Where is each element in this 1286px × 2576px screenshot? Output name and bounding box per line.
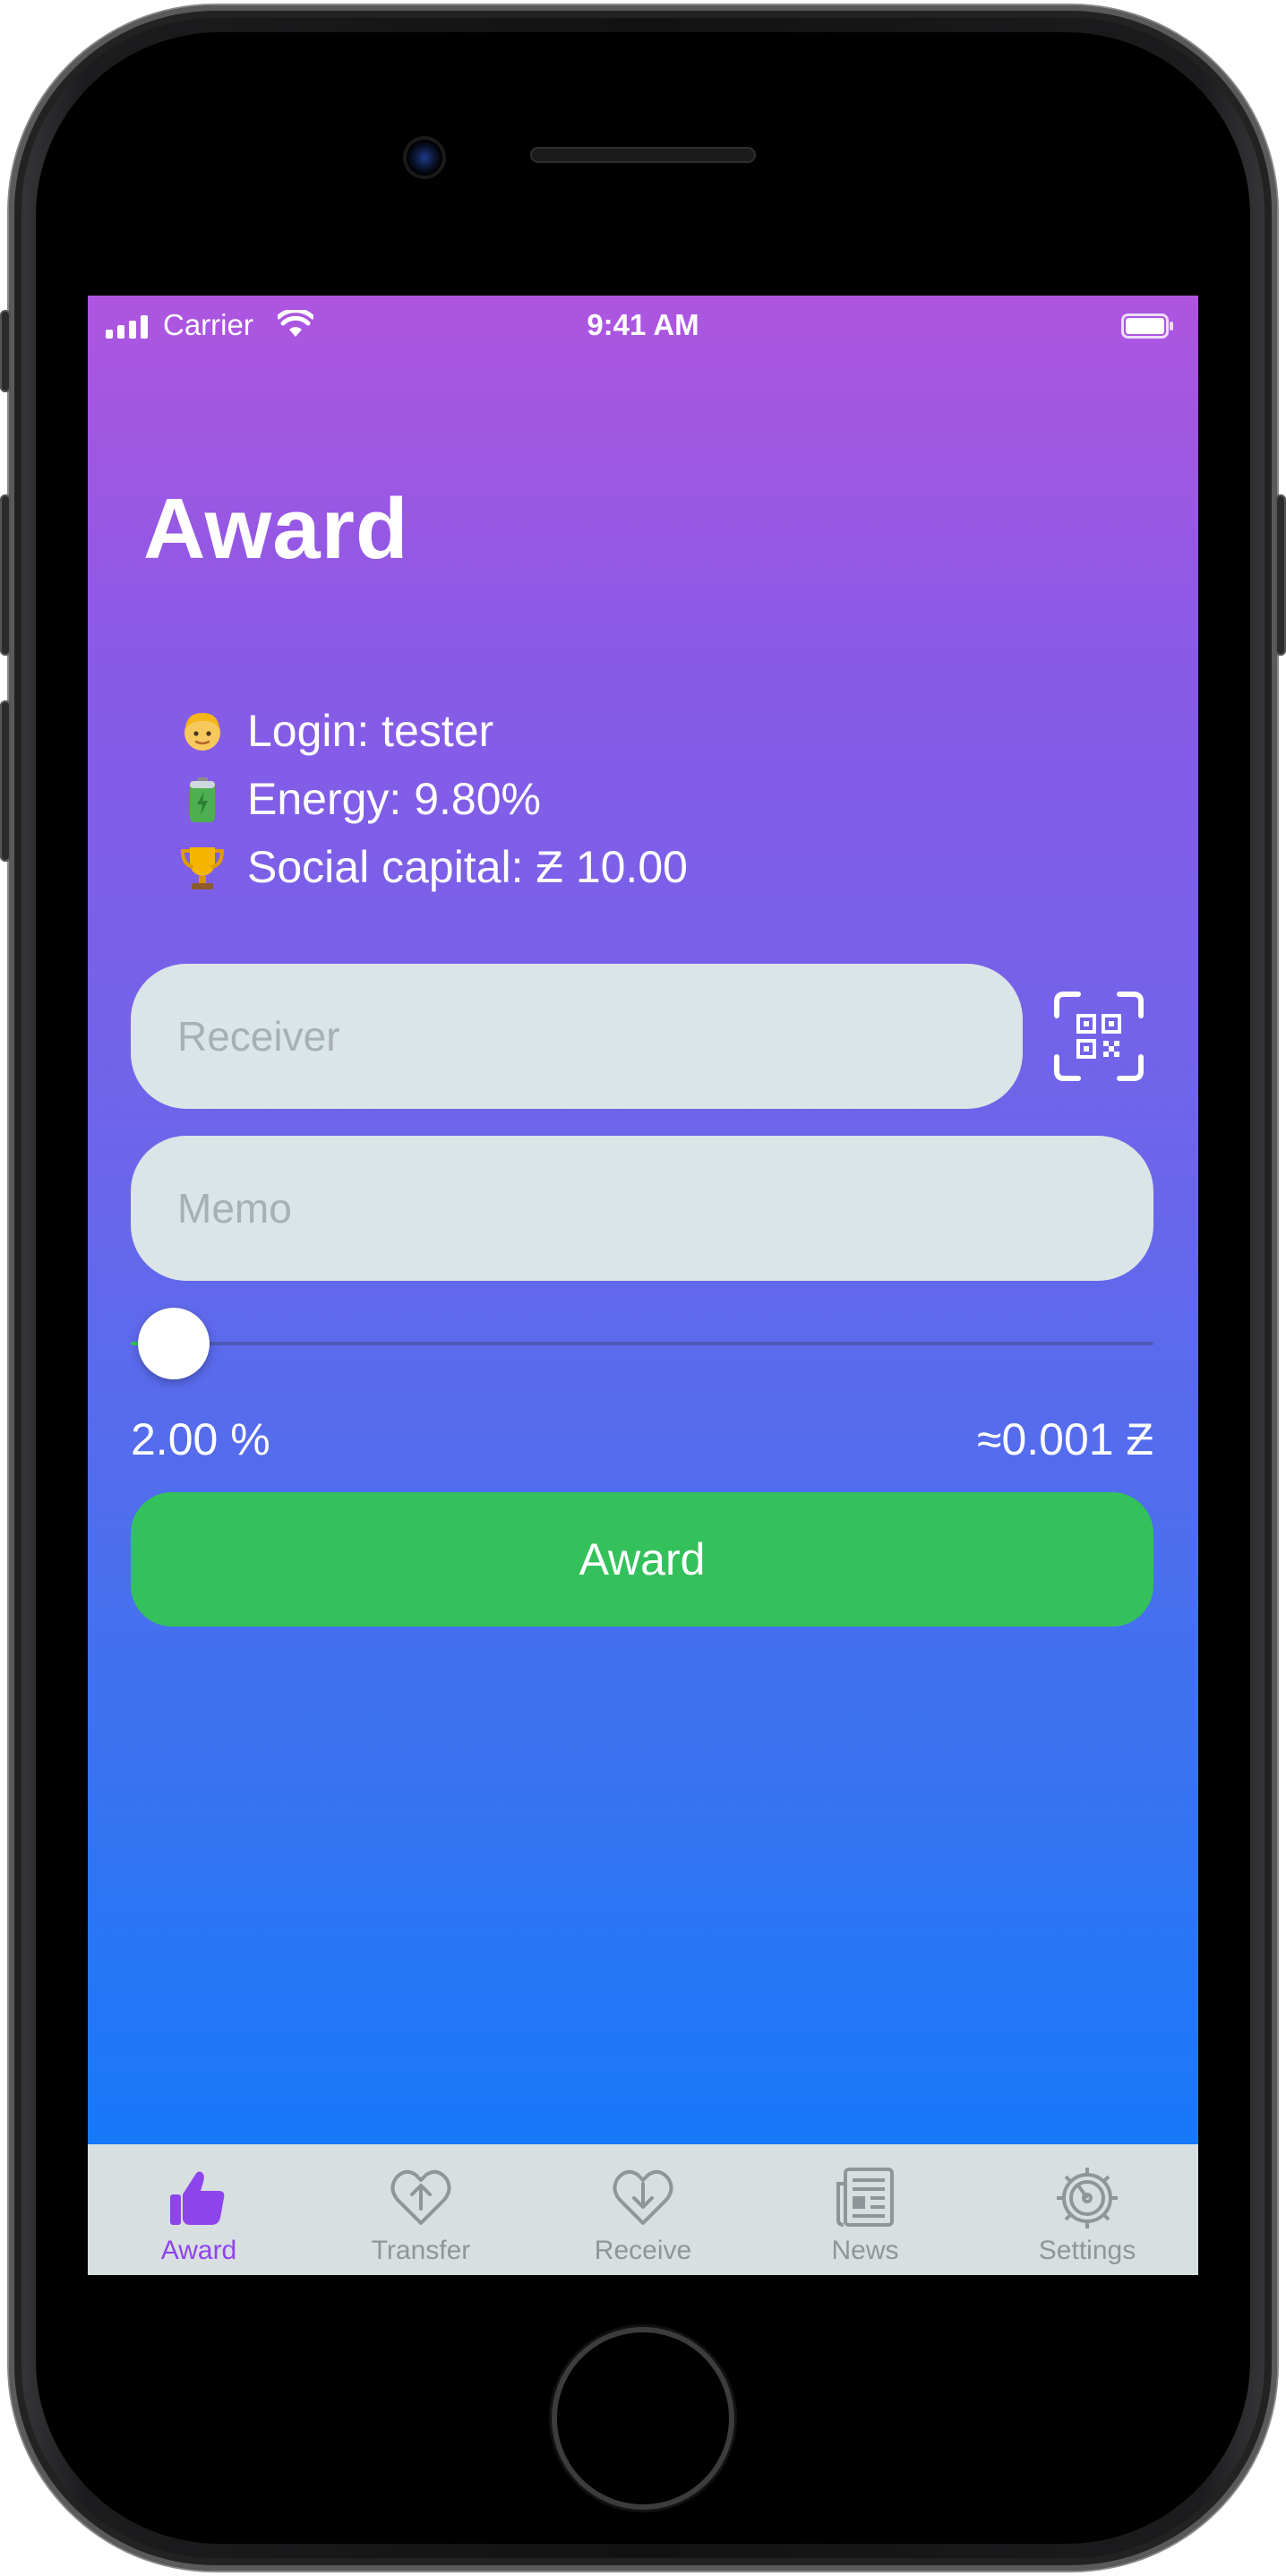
slider-thumb[interactable] bbox=[138, 1308, 210, 1379]
volume-down-button bbox=[0, 700, 11, 862]
tab-settings[interactable]: Settings bbox=[976, 2144, 1198, 2275]
tab-label: Transfer bbox=[371, 2236, 471, 2265]
qr-scan-icon[interactable] bbox=[1053, 991, 1145, 1082]
capital-text: Social capital: Ƶ 10.00 bbox=[247, 842, 688, 892]
thumbs-up-icon bbox=[170, 2171, 225, 2225]
power-button bbox=[1275, 494, 1286, 656]
login-text: Login: tester bbox=[247, 706, 494, 756]
memo-field[interactable] bbox=[131, 1136, 1153, 1281]
front-camera bbox=[407, 140, 442, 176]
tab-bar: Award Transfer Receive News Settings bbox=[88, 2144, 1198, 2275]
gear-icon bbox=[1057, 2168, 1118, 2228]
tab-award[interactable]: Award bbox=[88, 2144, 310, 2275]
tab-label: Award bbox=[160, 2236, 237, 2265]
slider-track bbox=[131, 1342, 1153, 1345]
newspaper-icon bbox=[836, 2168, 894, 2227]
tab-receive[interactable]: Receive bbox=[532, 2144, 754, 2275]
trophy-emoji-icon bbox=[180, 847, 225, 889]
tab-transfer[interactable]: Transfer bbox=[310, 2144, 532, 2275]
tab-label: Receive bbox=[594, 2236, 692, 2265]
battery-emoji-icon bbox=[190, 777, 215, 822]
home-button[interactable] bbox=[557, 2332, 729, 2504]
page-title: Award bbox=[143, 481, 409, 577]
status-time: 9:41 AM bbox=[587, 308, 699, 341]
award-button[interactable]: Award bbox=[131, 1492, 1153, 1627]
approx-amount-label: ≈0.001 Ƶ bbox=[977, 1414, 1153, 1464]
amount-slider[interactable] bbox=[131, 1308, 1153, 1379]
app-screen: Carrier 9:41 AM Award Login: tester Ener… bbox=[88, 296, 1198, 2275]
heart-up-icon bbox=[390, 2169, 451, 2225]
account-info: Login: tester Energy: 9.80% Social capit… bbox=[177, 697, 688, 901]
tab-news[interactable]: News bbox=[754, 2144, 976, 2275]
earpiece-speaker bbox=[530, 147, 756, 163]
energy-text: Energy: 9.80% bbox=[247, 774, 541, 824]
capital-row: Social capital: Ƶ 10.00 bbox=[177, 833, 688, 901]
battery-icon bbox=[1121, 313, 1173, 339]
heart-down-icon bbox=[613, 2169, 673, 2225]
tab-label: News bbox=[831, 2236, 899, 2265]
tab-label: Settings bbox=[1038, 2236, 1136, 2265]
receiver-field[interactable] bbox=[131, 964, 1023, 1109]
volume-up-button bbox=[0, 494, 11, 656]
percent-label: 2.00 % bbox=[131, 1414, 270, 1464]
login-row: Login: tester bbox=[177, 697, 688, 765]
mute-switch bbox=[0, 310, 11, 392]
receiver-input[interactable] bbox=[176, 1011, 1023, 1061]
status-bar: Carrier 9:41 AM bbox=[88, 296, 1198, 358]
energy-row: Energy: 9.80% bbox=[177, 765, 688, 833]
memo-input[interactable] bbox=[176, 1183, 1153, 1233]
person-emoji-icon bbox=[184, 713, 220, 751]
